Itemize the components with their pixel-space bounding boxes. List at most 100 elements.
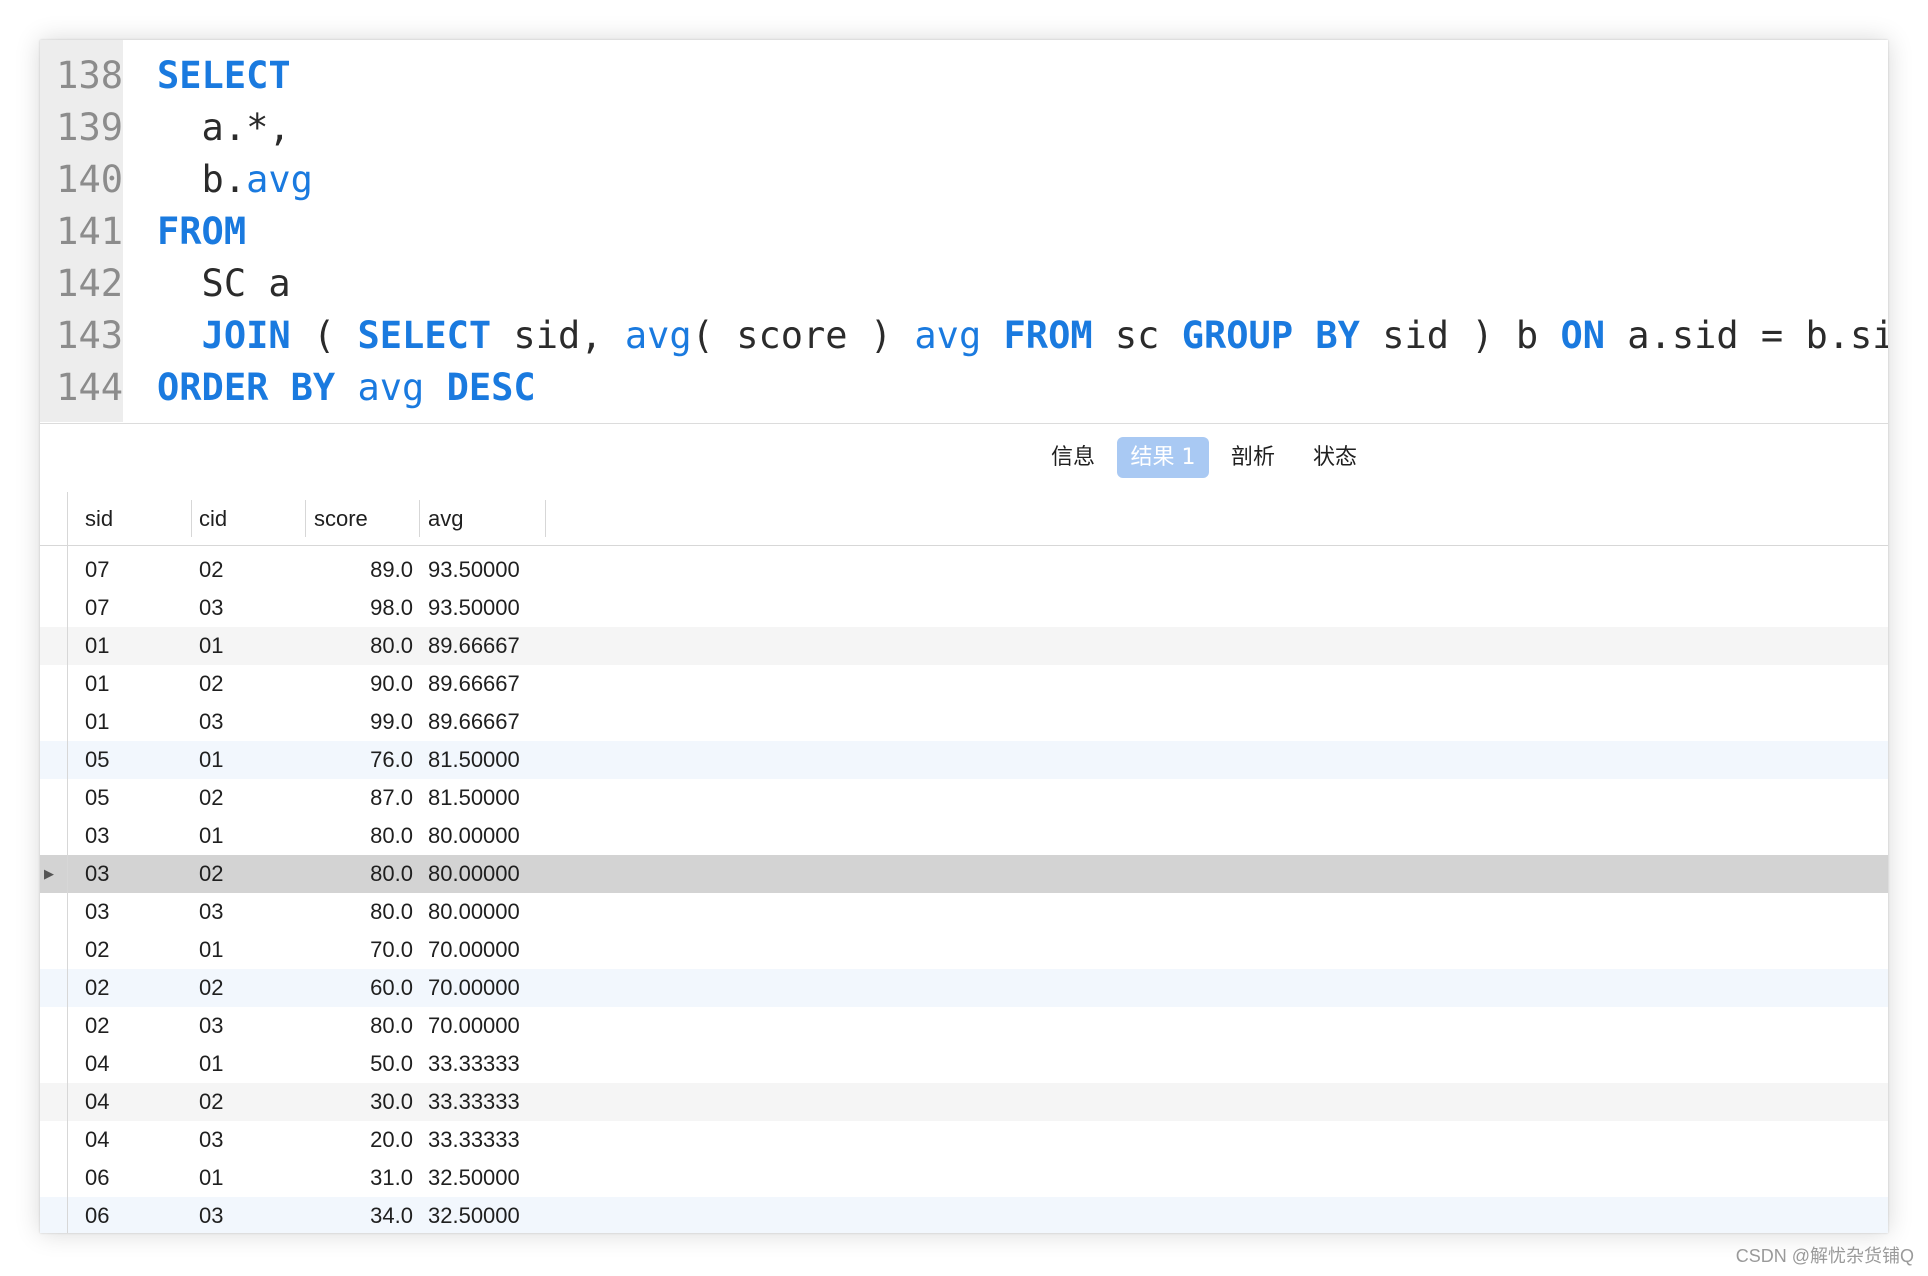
cell-sid[interactable]: 03 xyxy=(85,817,185,855)
cell-sid[interactable]: 02 xyxy=(85,969,185,1007)
cell-score[interactable]: 99.0 xyxy=(314,703,413,741)
result-grid[interactable]: sid cid score avg 07 02 89.0 93.50000 07 03 98… xyxy=(40,492,1888,1233)
cell-score[interactable]: 89.0 xyxy=(314,551,413,589)
cell-cid[interactable]: 03 xyxy=(199,1197,299,1233)
cell-avg[interactable]: 89.66667 xyxy=(428,665,540,703)
cell-sid[interactable]: 03 xyxy=(85,893,185,931)
column-separator[interactable] xyxy=(305,500,306,537)
table-row[interactable]: 04 02 30.0 33.33333 xyxy=(40,1083,1888,1121)
column-separator[interactable] xyxy=(191,500,192,537)
table-row[interactable]: 05 02 87.0 81.50000 xyxy=(40,779,1888,817)
tab-info[interactable]: 信息 xyxy=(1040,437,1106,478)
cell-sid[interactable]: 03 xyxy=(85,855,185,893)
table-row[interactable]: 07 03 98.0 93.50000 xyxy=(40,589,1888,627)
cell-sid[interactable]: 06 xyxy=(85,1159,185,1197)
code-line[interactable]: 143 JOIN ( SELECT sid, avg( score ) avg … xyxy=(40,310,1888,362)
cell-cid[interactable]: 01 xyxy=(199,627,299,665)
cell-score[interactable]: 90.0 xyxy=(314,665,413,703)
cell-score[interactable]: 50.0 xyxy=(314,1045,413,1083)
cell-sid[interactable]: 04 xyxy=(85,1083,185,1121)
cell-avg[interactable]: 32.50000 xyxy=(428,1197,540,1233)
table-row[interactable]: 03 01 80.0 80.00000 xyxy=(40,817,1888,855)
cell-score[interactable]: 87.0 xyxy=(314,779,413,817)
cell-sid[interactable]: 05 xyxy=(85,741,185,779)
cell-sid[interactable]: 02 xyxy=(85,931,185,969)
table-row[interactable]: 07 02 89.0 93.50000 xyxy=(40,551,1888,589)
cell-avg[interactable]: 32.50000 xyxy=(428,1159,540,1197)
cell-avg[interactable]: 80.00000 xyxy=(428,855,540,893)
table-row[interactable]: 01 02 90.0 89.66667 xyxy=(40,665,1888,703)
cell-score[interactable]: 98.0 xyxy=(314,589,413,627)
table-row[interactable]: 06 01 31.0 32.50000 xyxy=(40,1159,1888,1197)
table-row[interactable]: 02 01 70.0 70.00000 xyxy=(40,931,1888,969)
column-header-score[interactable]: score xyxy=(314,492,368,545)
cell-avg[interactable]: 70.00000 xyxy=(428,1007,540,1045)
cell-cid[interactable]: 02 xyxy=(199,779,299,817)
table-row[interactable]: 03 03 80.0 80.00000 xyxy=(40,893,1888,931)
cell-score[interactable]: 70.0 xyxy=(314,931,413,969)
code-line[interactable]: 140 b.avg xyxy=(40,154,1888,206)
cell-cid[interactable]: 03 xyxy=(199,589,299,627)
column-header-avg[interactable]: avg xyxy=(428,492,463,545)
tab-result-1[interactable]: 结果 1 xyxy=(1117,437,1209,478)
cell-cid[interactable]: 03 xyxy=(199,703,299,741)
cell-cid[interactable]: 02 xyxy=(199,665,299,703)
table-row[interactable]: ▶ 03 02 80.0 80.00000 xyxy=(40,855,1888,893)
cell-cid[interactable]: 01 xyxy=(199,817,299,855)
table-row[interactable]: 04 01 50.0 33.33333 xyxy=(40,1045,1888,1083)
table-row[interactable]: 01 03 99.0 89.66667 xyxy=(40,703,1888,741)
cell-sid[interactable]: 04 xyxy=(85,1121,185,1159)
cell-score[interactable]: 31.0 xyxy=(314,1159,413,1197)
column-separator[interactable] xyxy=(419,500,420,537)
cell-cid[interactable]: 02 xyxy=(199,855,299,893)
table-row[interactable]: 02 02 60.0 70.00000 xyxy=(40,969,1888,1007)
cell-cid[interactable]: 01 xyxy=(199,1045,299,1083)
cell-avg[interactable]: 89.66667 xyxy=(428,627,540,665)
table-row[interactable]: 02 03 80.0 70.00000 xyxy=(40,1007,1888,1045)
cell-avg[interactable]: 93.50000 xyxy=(428,551,540,589)
cell-avg[interactable]: 33.33333 xyxy=(428,1045,540,1083)
cell-score[interactable]: 80.0 xyxy=(314,855,413,893)
cell-cid[interactable]: 02 xyxy=(199,1083,299,1121)
column-separator[interactable] xyxy=(545,500,546,537)
cell-sid[interactable]: 07 xyxy=(85,589,185,627)
cell-avg[interactable]: 93.50000 xyxy=(428,589,540,627)
cell-score[interactable]: 60.0 xyxy=(314,969,413,1007)
cell-cid[interactable]: 03 xyxy=(199,1007,299,1045)
cell-score[interactable]: 80.0 xyxy=(314,1007,413,1045)
cell-score[interactable]: 76.0 xyxy=(314,741,413,779)
cell-score[interactable]: 80.0 xyxy=(314,627,413,665)
code-line[interactable]: 145 xyxy=(40,414,1888,422)
table-row[interactable]: 04 03 20.0 33.33333 xyxy=(40,1121,1888,1159)
code-line[interactable]: 138 SELECT xyxy=(40,50,1888,102)
cell-score[interactable]: 80.0 xyxy=(314,893,413,931)
column-header-cid[interactable]: cid xyxy=(199,492,227,545)
cell-score[interactable]: 20.0 xyxy=(314,1121,413,1159)
cell-score[interactable]: 30.0 xyxy=(314,1083,413,1121)
cell-sid[interactable]: 06 xyxy=(85,1197,185,1233)
cell-avg[interactable]: 33.33333 xyxy=(428,1121,540,1159)
code-line[interactable]: 139 a.*, xyxy=(40,102,1888,154)
cell-cid[interactable]: 01 xyxy=(199,931,299,969)
cell-cid[interactable]: 03 xyxy=(199,1121,299,1159)
cell-avg[interactable]: 89.66667 xyxy=(428,703,540,741)
table-row[interactable]: 01 01 80.0 89.66667 xyxy=(40,627,1888,665)
cell-sid[interactable]: 01 xyxy=(85,665,185,703)
column-header-sid[interactable]: sid xyxy=(85,492,113,545)
tab-status[interactable]: 状态 xyxy=(1302,437,1368,478)
cell-cid[interactable]: 01 xyxy=(199,741,299,779)
cell-cid[interactable]: 02 xyxy=(199,969,299,1007)
code-line[interactable]: 141 FROM xyxy=(40,206,1888,258)
cell-avg[interactable]: 81.50000 xyxy=(428,741,540,779)
cell-avg[interactable]: 81.50000 xyxy=(428,779,540,817)
cell-sid[interactable]: 01 xyxy=(85,627,185,665)
cell-avg[interactable]: 80.00000 xyxy=(428,817,540,855)
cell-cid[interactable]: 03 xyxy=(199,893,299,931)
cell-avg[interactable]: 70.00000 xyxy=(428,931,540,969)
cell-sid[interactable]: 07 xyxy=(85,551,185,589)
table-row[interactable]: 06 03 34.0 32.50000 xyxy=(40,1197,1888,1233)
cell-cid[interactable]: 02 xyxy=(199,551,299,589)
cell-avg[interactable]: 80.00000 xyxy=(428,893,540,931)
cell-score[interactable]: 34.0 xyxy=(314,1197,413,1233)
cell-score[interactable]: 80.0 xyxy=(314,817,413,855)
